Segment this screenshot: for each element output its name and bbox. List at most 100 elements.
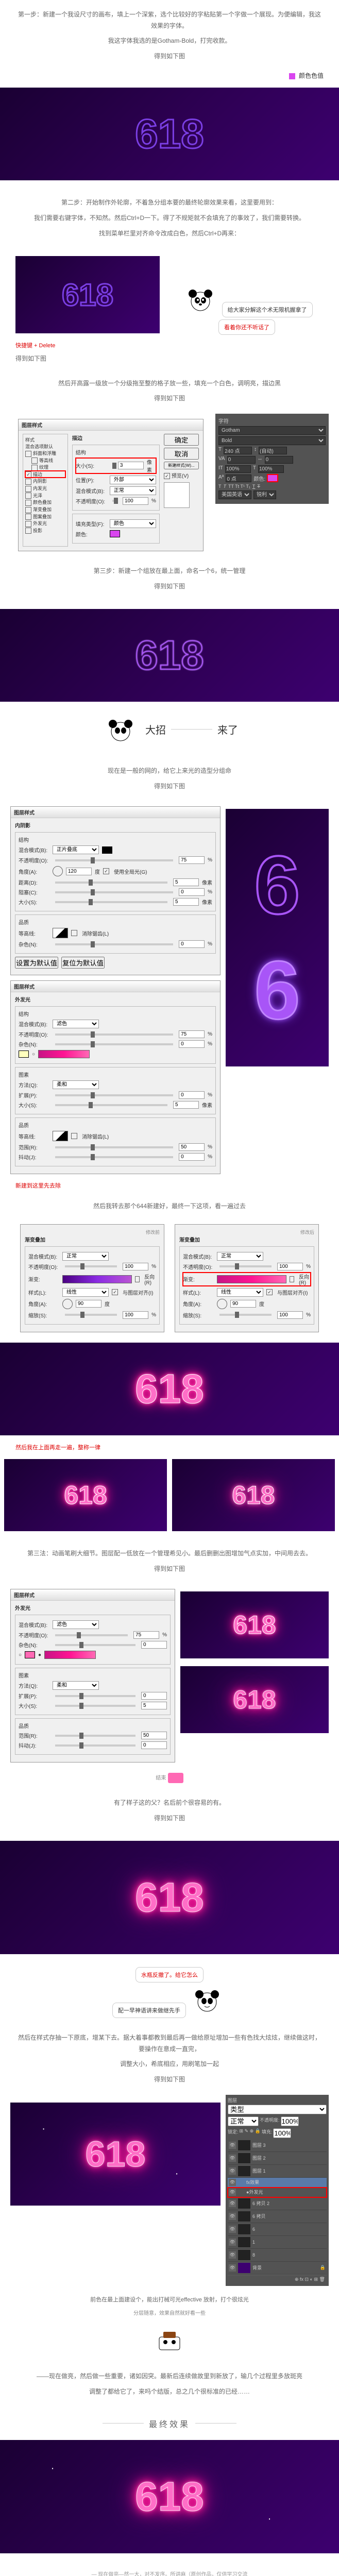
blend-select[interactable]: 正片叠底 (53, 845, 99, 854)
sidebar-item[interactable]: 光泽 (33, 493, 42, 498)
sidebar-item[interactable]: 投影 (33, 528, 42, 533)
layer-row[interactable]: 👁8 (228, 2249, 327, 2262)
layer-row[interactable]: 👁●外发光 (228, 2188, 327, 2197)
slider[interactable] (55, 1094, 173, 1096)
sidebar-item[interactable]: 渐变叠加 (33, 507, 52, 512)
reset-button[interactable]: 复位为默认值 (61, 957, 105, 969)
opacity-input[interactable] (123, 1263, 148, 1270)
slider[interactable] (219, 1265, 272, 1267)
opacity-input[interactable] (179, 1030, 205, 1038)
noise-input[interactable] (179, 940, 205, 948)
blend-select[interactable]: 滤色 (53, 1020, 99, 1028)
slider[interactable] (55, 1735, 135, 1737)
antialias[interactable]: 消除锯齿(L) (82, 929, 109, 937)
scale-input[interactable] (277, 1311, 303, 1319)
slider[interactable] (55, 1033, 173, 1036)
blend-mode[interactable]: 正常 (228, 2116, 259, 2126)
gradient-picker[interactable] (217, 1275, 286, 1283)
noise-input[interactable] (141, 1641, 167, 1649)
layer-row[interactable]: 👁背景🔒 (228, 2262, 327, 2275)
layer-row[interactable]: 👁图层 1 (228, 2165, 327, 2178)
noise-input[interactable] (179, 1040, 205, 1048)
font-style[interactable]: Bold (218, 436, 326, 445)
jitter-input[interactable] (141, 1741, 167, 1749)
range-input[interactable] (141, 1732, 167, 1739)
char-color[interactable] (267, 474, 278, 482)
layer-opacity[interactable] (281, 2116, 299, 2126)
size-input[interactable] (141, 1702, 167, 1709)
layer-row[interactable]: 👁fx效果 (228, 2178, 327, 2188)
slider[interactable] (55, 859, 173, 861)
tracking-input[interactable] (227, 456, 256, 464)
sidebar-item[interactable]: 外发光 (33, 521, 47, 526)
choke-input[interactable] (179, 888, 205, 896)
slider[interactable] (55, 1744, 135, 1747)
slider[interactable] (65, 1314, 117, 1316)
slider[interactable] (55, 1705, 135, 1707)
ok-button[interactable]: 确定 (164, 434, 199, 446)
layer-row[interactable]: 👁6 拷贝 2 (228, 2197, 327, 2210)
layer-kind[interactable]: 类型 (228, 2105, 327, 2114)
reverse-check[interactable]: 反向(R) (144, 1273, 156, 1286)
baseline[interactable] (226, 474, 251, 482)
blend-select[interactable]: 正常 (110, 486, 156, 495)
antialias[interactable]: 消除锯齿(L) (82, 1132, 109, 1140)
newstyle-button[interactable]: 新建样式(W)... (164, 462, 199, 469)
font-size[interactable] (224, 447, 252, 454)
hscale[interactable] (258, 465, 284, 473)
lang-select[interactable]: 美国英语 (218, 490, 251, 499)
style-select[interactable]: 线性 (217, 1288, 263, 1297)
layer-row[interactable]: 👁1 (228, 2236, 327, 2249)
align-check[interactable]: 与图层对齐(I) (123, 1289, 153, 1296)
slider[interactable] (55, 1146, 173, 1148)
font-family[interactable]: Gotham (218, 426, 326, 435)
scale-input[interactable] (123, 1311, 148, 1319)
slider[interactable] (55, 1695, 135, 1697)
slider[interactable] (55, 1104, 167, 1106)
size-input[interactable] (118, 462, 144, 469)
sidebar-item[interactable]: 颜色叠加 (33, 500, 52, 505)
size-input[interactable] (173, 898, 199, 906)
slider[interactable] (55, 1156, 173, 1158)
distance-input[interactable] (173, 878, 199, 886)
reverse-check[interactable]: 反向(R) (299, 1273, 311, 1286)
slider[interactable] (55, 891, 173, 893)
slider[interactable] (65, 1265, 117, 1267)
leading[interactable] (259, 447, 287, 454)
range-input[interactable] (179, 1143, 205, 1151)
glow-gradient[interactable] (38, 1050, 90, 1058)
cancel-button[interactable]: 取消 (164, 448, 199, 460)
opacity-input[interactable] (123, 497, 148, 505)
color-swatch[interactable] (110, 530, 120, 537)
technique-select[interactable]: 柔和 (53, 1681, 99, 1690)
layer-row[interactable]: 👁6 拷贝 (228, 2210, 327, 2223)
contour-picker[interactable] (53, 1131, 68, 1141)
blend-select[interactable]: 正常 (62, 1252, 109, 1261)
layer-row[interactable]: 👁图层 3 (228, 2139, 327, 2152)
opacity-input[interactable] (133, 1631, 159, 1639)
angle-input[interactable] (230, 1300, 256, 1308)
vscale[interactable] (225, 465, 251, 473)
sidebar-item[interactable]: 等高线 (39, 458, 53, 463)
size-input[interactable] (173, 1101, 199, 1109)
aa-select[interactable]: 锐利 (253, 490, 276, 499)
sidebar-item[interactable]: 纹理 (39, 465, 48, 470)
opacity-input[interactable] (277, 1263, 303, 1270)
sidebar-item[interactable]: 描边 (33, 472, 42, 477)
kerning-input[interactable] (265, 456, 293, 464)
position-select[interactable]: 外部 (110, 476, 156, 484)
align-check[interactable]: 与图层对齐(I) (277, 1289, 308, 1296)
glow-color[interactable] (19, 1050, 29, 1058)
opacity-input[interactable] (179, 856, 205, 864)
slider[interactable] (55, 1634, 128, 1636)
sidebar-item[interactable]: 斜面和浮雕 (33, 451, 56, 456)
angle-wheel[interactable] (53, 866, 63, 876)
angle-wheel[interactable] (62, 1299, 73, 1309)
angle-wheel[interactable] (217, 1299, 227, 1309)
slider[interactable] (55, 901, 167, 903)
slider[interactable] (55, 882, 167, 884)
glow-gradient[interactable] (44, 1651, 96, 1659)
slider[interactable] (219, 1314, 272, 1316)
spread-input[interactable] (141, 1692, 167, 1700)
jitter-input[interactable] (179, 1153, 205, 1161)
